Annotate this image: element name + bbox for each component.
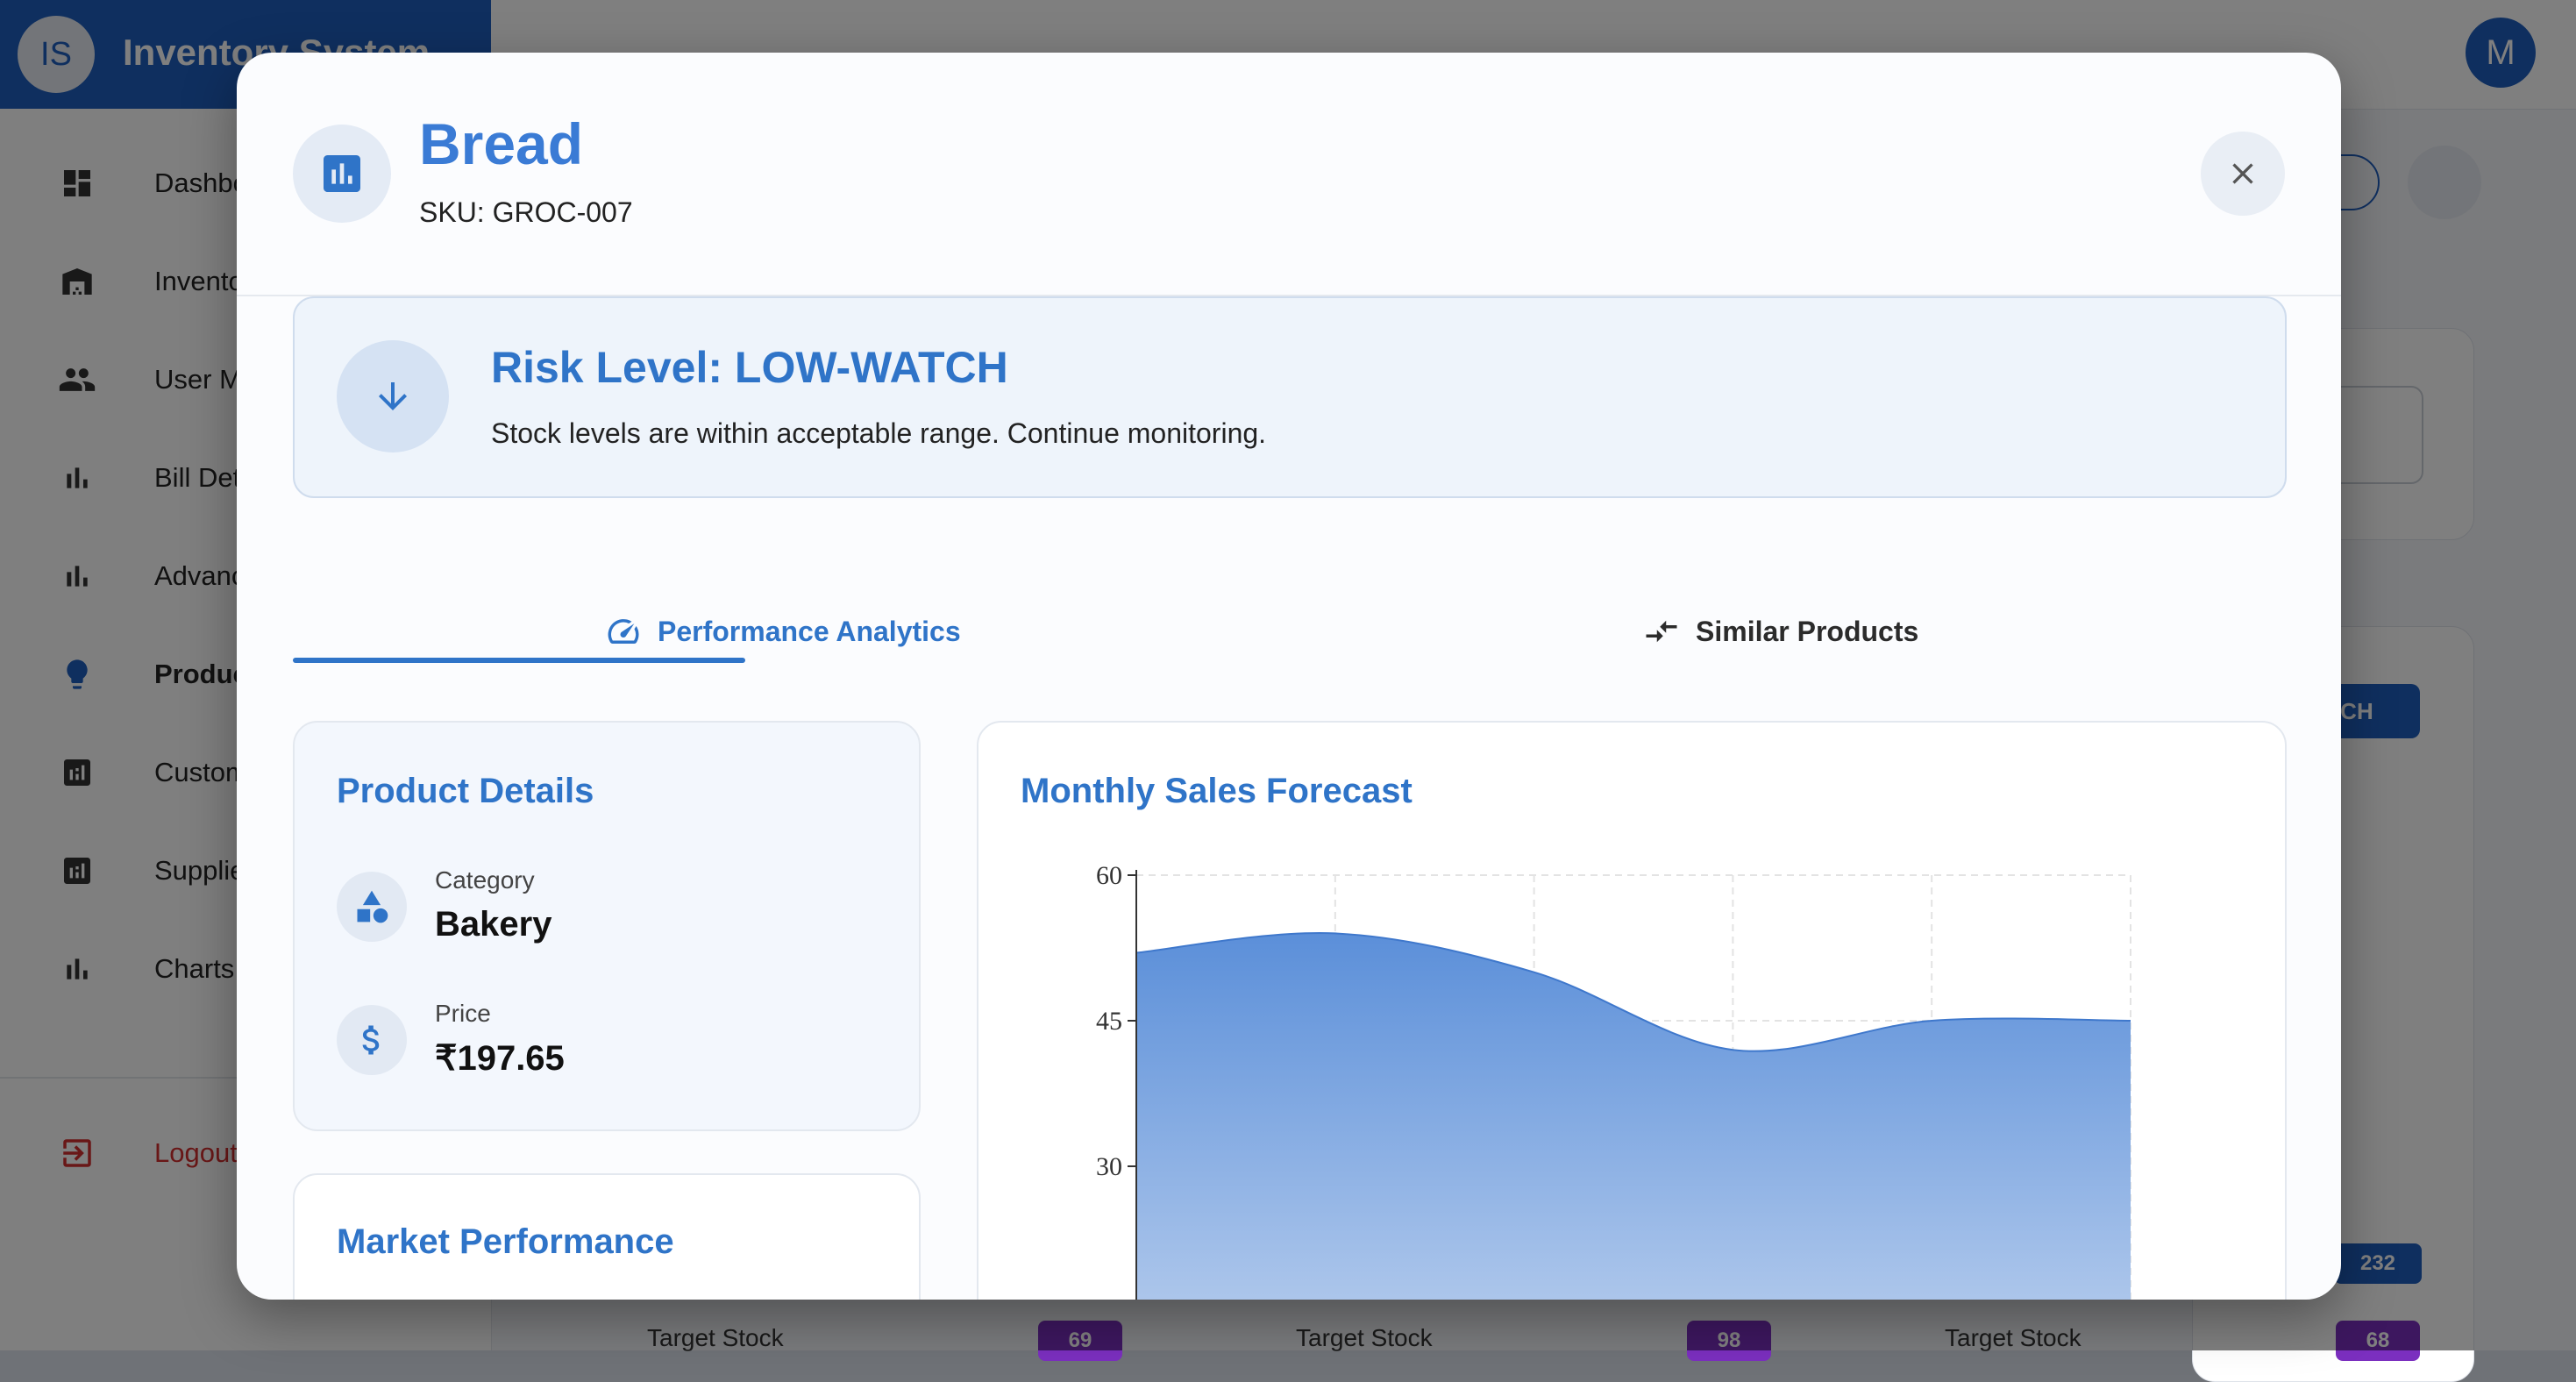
- compare-arrows-icon: [1646, 620, 1677, 643]
- forecast-area: [1136, 933, 2131, 1300]
- category-value: Bakery: [435, 905, 552, 944]
- price-label: Price: [435, 1000, 491, 1027]
- y-tick-label: 45: [1096, 1007, 1122, 1036]
- product-insight-modal: Bread SKU: GROC-007 Risk Level: LOW-WATC…: [237, 53, 2341, 1300]
- risk-level-title: Risk Level: LOW-WATCH: [491, 343, 1008, 392]
- y-tick-label: 30: [1096, 1152, 1122, 1181]
- risk-level-message: Stock levels are within acceptable range…: [491, 417, 1267, 449]
- category-label: Category: [435, 866, 535, 894]
- product-sku: SKU: GROC-007: [419, 196, 633, 228]
- close-icon: [2232, 163, 2253, 184]
- market-performance-card: Market Performance: [293, 1173, 921, 1300]
- close-button[interactable]: [2201, 132, 2285, 216]
- market-performance-title: Market Performance: [337, 1222, 674, 1261]
- active-tab-indicator: [293, 658, 745, 663]
- risk-level-alert: Risk Level: LOW-WATCH Stock levels are w…: [293, 296, 2287, 498]
- sales-forecast-card: Monthly Sales Forecast 30 45 60: [977, 721, 2287, 1300]
- dollar-icon: [337, 1005, 407, 1075]
- tab-similar-products[interactable]: Similar Products: [1643, 589, 1918, 673]
- modal-header: Bread SKU: GROC-007: [237, 53, 2341, 296]
- product-details-card: Product Details Category Bakery Price ₹1…: [293, 721, 921, 1131]
- modal-title: Bread: [419, 111, 584, 176]
- sales-forecast-chart: 30 45 60: [1096, 861, 2131, 1300]
- category-icon: [337, 872, 407, 942]
- tab-label: Similar Products: [1696, 615, 1919, 647]
- price-value: ₹197.65: [435, 1039, 565, 1078]
- product-details-title: Product Details: [337, 772, 594, 810]
- arrow-down-icon: [337, 340, 449, 452]
- y-tick-label: 60: [1096, 861, 1122, 890]
- speedometer-icon: [608, 619, 639, 644]
- tab-label: Performance Analytics: [658, 615, 961, 647]
- bar-chart-icon: [293, 125, 391, 223]
